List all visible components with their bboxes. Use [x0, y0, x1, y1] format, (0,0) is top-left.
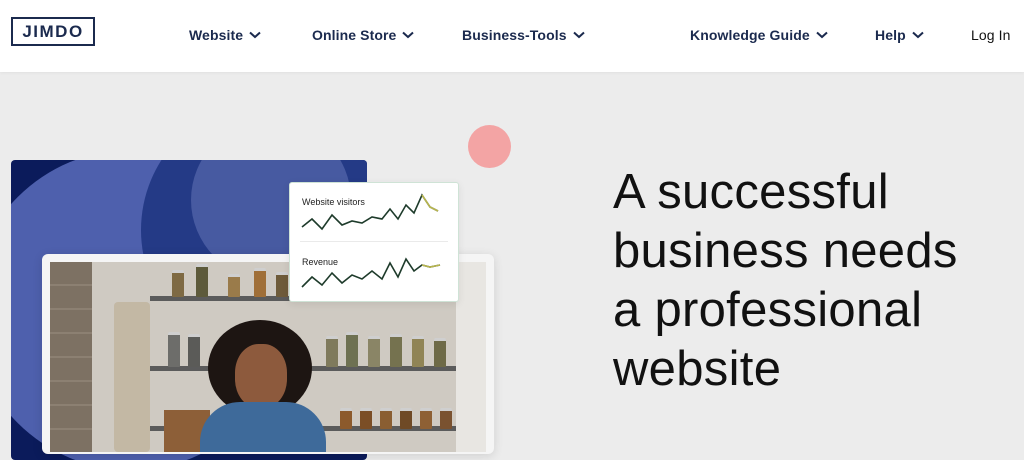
- nav-help-label: Help: [875, 27, 906, 43]
- decorative-pink-dot: [468, 125, 511, 168]
- visitors-sparkline: [301, 193, 439, 231]
- chevron-down-icon: [816, 31, 828, 39]
- nav-website[interactable]: Website: [189, 24, 261, 46]
- nav-business-tools[interactable]: Business-Tools: [462, 24, 585, 46]
- top-navigation: JIMDO Website Online Store Business-Tool…: [0, 0, 1024, 72]
- headline-line-4: website: [613, 342, 782, 396]
- nav-knowledge-guide-label: Knowledge Guide: [690, 27, 810, 43]
- headline-line-3: a professional: [613, 283, 923, 337]
- jimdo-logo[interactable]: JIMDO: [11, 17, 95, 46]
- chevron-down-icon: [572, 31, 585, 39]
- nav-business-tools-label: Business-Tools: [462, 27, 567, 43]
- hero-headline: A successful business needs a profession…: [613, 163, 1013, 399]
- visitors-sparkline-tail: [421, 194, 439, 212]
- chevron-down-icon: [912, 31, 924, 39]
- nav-online-store-label: Online Store: [312, 27, 397, 43]
- nav-online-store[interactable]: Online Store: [312, 24, 415, 46]
- headline-line-2: business needs: [613, 224, 958, 278]
- headline-line-1: A successful: [613, 165, 889, 219]
- login-link[interactable]: Log In: [971, 24, 1011, 46]
- stats-sparklines: [301, 193, 441, 288]
- stats-card: Website visitors Revenue: [289, 182, 459, 302]
- chevron-down-icon: [402, 31, 415, 39]
- nav-knowledge-guide[interactable]: Knowledge Guide: [690, 24, 828, 46]
- nav-website-label: Website: [189, 27, 244, 43]
- nav-help[interactable]: Help: [875, 24, 924, 46]
- revenue-sparkline-tail: [421, 264, 441, 268]
- chevron-down-icon: [249, 31, 261, 39]
- revenue-sparkline: [301, 257, 441, 288]
